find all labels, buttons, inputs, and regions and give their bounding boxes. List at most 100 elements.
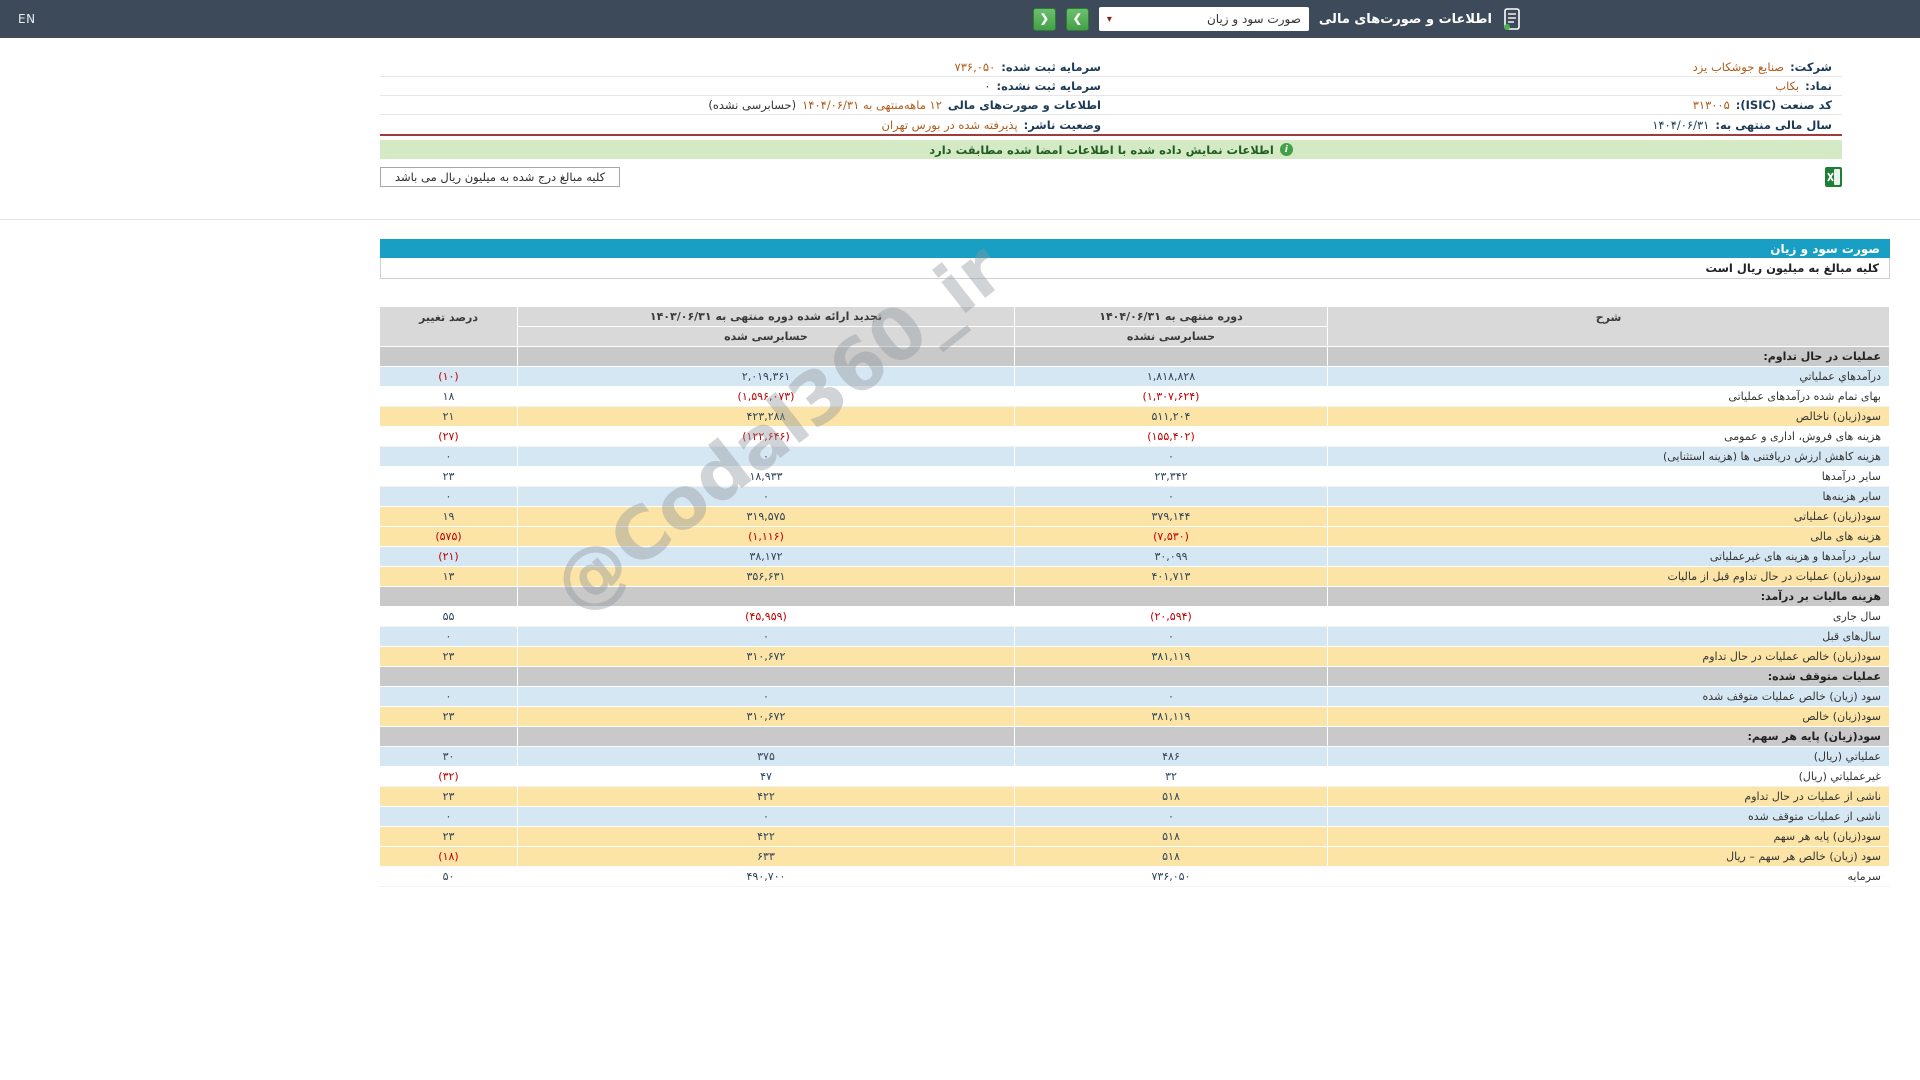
unregistered-capital-value: ۰: [984, 79, 990, 93]
row-value-prior: ۴۹۰,۷۰۰: [518, 867, 1015, 887]
row-value-prior: ۳۱۹,۵۷۵: [518, 507, 1015, 527]
ticker-value: بکاب: [1775, 79, 1799, 93]
company-info-card: شرکت: صنایع جوشکاب یزد سرمایه ثبت شده: ۷…: [380, 58, 1842, 136]
isic-label: کد صنعت (ISIC):: [1736, 98, 1832, 112]
table-row: سال جاری(۲۰,۵۹۴)(۴۵,۹۵۹)۵۵: [380, 607, 1890, 627]
row-value-prior: ۰: [518, 807, 1015, 827]
language-en-link[interactable]: EN: [18, 12, 36, 26]
row-value-current: ۵۱۸: [1015, 847, 1328, 867]
row-change-percent: (۳۲): [380, 767, 518, 787]
row-value-prior: ۳۱۰,۶۷۲: [518, 647, 1015, 667]
row-value-prior: [518, 347, 1015, 367]
row-value-prior: ۲,۰۱۹,۳۶۱: [518, 367, 1015, 387]
row-value-current: ۴۰۱,۷۱۳: [1015, 567, 1328, 587]
row-value-prior: [518, 667, 1015, 687]
row-label: سود(زیان) ناخالص: [1328, 407, 1890, 427]
row-value-prior: [518, 727, 1015, 747]
fiscal-year-cell: سال مالی منتهی به: ۱۴۰۴/۰۶/۳۱: [1111, 118, 1842, 132]
row-change-percent: ۲۳: [380, 827, 518, 847]
row-label: هزینه مالیات بر درآمد:: [1328, 587, 1890, 607]
row-value-prior: ۴۲۲: [518, 827, 1015, 847]
topbar-main-group: اطلاعات و صورت‌های مالی صورت سود و زیان …: [1033, 7, 1522, 31]
table-row: سود(زیان) عملیاتی۳۷۹,۱۴۴۳۱۹,۵۷۵۱۹: [380, 507, 1890, 527]
row-value-current: ۴۸۶: [1015, 747, 1328, 767]
table-row: سال‌های قبل۰۰۰: [380, 627, 1890, 647]
row-label: بهای تمام شده درآمدهای عملیاتی: [1328, 387, 1890, 407]
row-change-percent: [380, 667, 518, 687]
table-row: سود (زیان) خالص هر سهم – ریال۵۱۸۶۳۳(۱۸): [380, 847, 1890, 867]
table-row: ناشی از عملیات در حال تداوم۵۱۸۴۲۲۲۳: [380, 787, 1890, 807]
row-value-prior: (۴۵,۹۵۹): [518, 607, 1015, 627]
row-value-prior: ۳۱۰,۶۷۲: [518, 707, 1015, 727]
report-type-select[interactable]: صورت سود و زیان ▾: [1099, 7, 1309, 31]
nav-arrow-right-button[interactable]: ❯: [1066, 8, 1089, 31]
section-divider: [0, 219, 1920, 220]
row-change-percent: ۰: [380, 807, 518, 827]
row-label: غیرعملیاتي (ریال): [1328, 767, 1890, 787]
row-label: سود (زیان) خالص عملیات متوقف شده: [1328, 687, 1890, 707]
signature-match-text: اطلاعات نمایش داده شده با اطلاعات امضا ش…: [929, 143, 1274, 157]
row-label: ناشی از عملیات در حال تداوم: [1328, 787, 1890, 807]
topbar: اطلاعات و صورت‌های مالی صورت سود و زیان …: [0, 0, 1920, 38]
table-row: هزینه های مالی(۷,۵۳۰)(۱,۱۱۶)(۵۷۵): [380, 527, 1890, 547]
row-value-current: ۳۸۱,۱۱۹: [1015, 707, 1328, 727]
column-header-change-percent: درصد تغییر: [380, 307, 518, 347]
row-change-percent: ۱۳: [380, 567, 518, 587]
column-header-description: شرح: [1328, 307, 1890, 347]
table-row: سود(زیان) ناخالص۵۱۱,۲۰۴۴۲۳,۲۸۸۲۱: [380, 407, 1890, 427]
company-info-row: شرکت: صنایع جوشکاب یزد سرمایه ثبت شده: ۷…: [380, 58, 1842, 77]
row-value-prior: ۴۲۲: [518, 787, 1015, 807]
registered-capital-label: سرمایه ثبت شده:: [1001, 60, 1101, 74]
row-change-percent: (۲۷): [380, 427, 518, 447]
company-name-label: شرکت:: [1790, 60, 1832, 74]
page-title: اطلاعات و صورت‌های مالی: [1319, 12, 1492, 27]
row-change-percent: [380, 347, 518, 367]
company-name-cell: شرکت: صنایع جوشکاب یزد: [1111, 60, 1842, 74]
unregistered-capital-label: سرمایه ثبت نشده:: [997, 79, 1101, 93]
nav-arrow-left-button[interactable]: ❮: [1033, 8, 1056, 31]
row-value-current: ۳۸۱,۱۱۹: [1015, 647, 1328, 667]
row-label: سود(زیان) خالص: [1328, 707, 1890, 727]
units-row: کلیه مبالغ درج شده به میلیون ریال می باش…: [380, 167, 1842, 187]
row-value-current: ۰: [1015, 487, 1328, 507]
table-row: سود(زیان) پایه هر سهم۵۱۸۴۲۲۲۳: [380, 827, 1890, 847]
row-value-current: (۱۵۵,۴۰۲): [1015, 427, 1328, 447]
table-row: سود (زیان) خالص عملیات متوقف شده۰۰۰: [380, 687, 1890, 707]
row-value-current: [1015, 727, 1328, 747]
financial-report-icon: [1502, 7, 1522, 31]
row-label: ناشی از عملیات متوقف شده: [1328, 807, 1890, 827]
table-row: سایر درآمدها۲۳,۳۴۲۱۸,۹۳۳۲۳: [380, 467, 1890, 487]
company-name-value: صنایع جوشکاب یزد: [1693, 60, 1784, 74]
row-change-percent: ۲۳: [380, 787, 518, 807]
row-change-percent: (۵۷۵): [380, 527, 518, 547]
row-label: عملیات متوقف شده:: [1328, 667, 1890, 687]
excel-export-icon[interactable]: [1825, 167, 1842, 187]
fiscal-year-label: سال مالی منتهی به:: [1715, 118, 1832, 132]
report-period-label: اطلاعات و صورت‌های مالی: [948, 98, 1101, 112]
row-change-percent: ۲۳: [380, 707, 518, 727]
row-label: درآمدهاي عملياتي: [1328, 367, 1890, 387]
row-label: سایر درآمدها: [1328, 467, 1890, 487]
row-value-current: ۱,۸۱۸,۸۲۸: [1015, 367, 1328, 387]
table-row: هزینه کاهش ارزش دریافتنی ها (هزینه استثن…: [380, 447, 1890, 467]
units-note-box: کلیه مبالغ درج شده به میلیون ریال می باش…: [380, 167, 620, 187]
row-value-prior: (۱,۱۱۶): [518, 527, 1015, 547]
report-period-value: ۱۲ ماهه‌منتهی به ۱۴۰۴/۰۶/۳۱: [802, 98, 942, 112]
table-row: درآمدهاي عملياتي۱,۸۱۸,۸۲۸۲,۰۱۹,۳۶۱(۱۰): [380, 367, 1890, 387]
row-value-prior: [518, 587, 1015, 607]
row-value-current: ۰: [1015, 687, 1328, 707]
row-change-percent: (۱۸): [380, 847, 518, 867]
row-value-current: (۱,۳۰۷,۶۲۴): [1015, 387, 1328, 407]
row-value-current: ۳۰,۰۹۹: [1015, 547, 1328, 567]
registered-capital-value: ۷۳۶,۰۵۰: [955, 60, 996, 74]
report-select-value: صورت سود و زیان: [1207, 12, 1301, 26]
registered-capital-cell: سرمایه ثبت شده: ۷۳۶,۰۵۰: [380, 60, 1111, 74]
issuer-status-label: وضعیت ناشر:: [1024, 118, 1101, 132]
row-change-percent: ۲۱: [380, 407, 518, 427]
row-value-current: ۳۷۹,۱۴۴: [1015, 507, 1328, 527]
row-label: عملیاتي (ریال): [1328, 747, 1890, 767]
row-label: عملیات در حال تداوم:: [1328, 347, 1890, 367]
row-label: سود (زیان) خالص هر سهم – ریال: [1328, 847, 1890, 867]
statement-section: صورت سود و زیان کلیه مبالغ به میلیون ریا…: [380, 239, 1890, 887]
row-label: هزینه کاهش ارزش دریافتنی ها (هزینه استثن…: [1328, 447, 1890, 467]
